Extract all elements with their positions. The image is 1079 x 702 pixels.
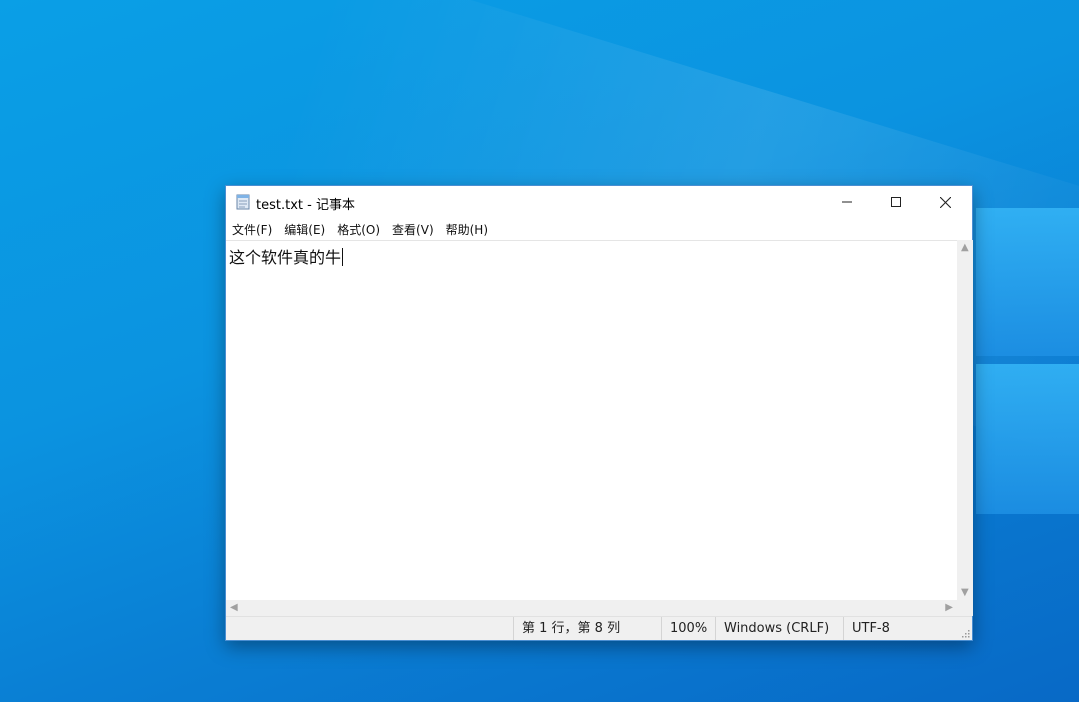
menu-edit[interactable]: 编辑(E) (278, 221, 331, 238)
scroll-up-icon[interactable]: ▲ (961, 242, 969, 253)
editor-content[interactable]: 这个软件真的牛 (229, 244, 344, 268)
scrollbar-corner (957, 600, 973, 616)
menu-format[interactable]: 格式(O) (331, 221, 386, 238)
menu-file[interactable]: 文件(F) (226, 221, 278, 238)
vertical-scrollbar[interactable]: ▲ ▼ (957, 240, 973, 600)
resize-grip-icon[interactable] (960, 628, 970, 638)
close-icon (939, 196, 951, 208)
maximize-button[interactable] (873, 186, 919, 218)
status-encoding: UTF-8 (843, 617, 912, 640)
status-bar: 第 1 行，第 8 列 100% Windows (CRLF) UTF-8 (226, 616, 972, 640)
editor-text: 这个软件真的牛 (229, 248, 342, 267)
windows-logo-pane (976, 364, 1079, 514)
text-caret (342, 248, 344, 266)
horizontal-scrollbar[interactable]: ◀ ▶ (226, 600, 957, 616)
window-title: test.txt - 记事本 (256, 198, 355, 213)
minimize-icon (842, 201, 852, 203)
maximize-icon (891, 197, 901, 207)
title-bar[interactable]: test.txt - 记事本 (226, 186, 972, 218)
notepad-window: test.txt - 记事本 文件(F) 编辑(E) 格式(O) 查看(V) 帮… (225, 185, 973, 641)
scroll-left-icon[interactable]: ◀ (230, 602, 238, 613)
status-line-ending: Windows (CRLF) (715, 617, 844, 640)
close-button[interactable] (922, 186, 968, 218)
menu-bar: 文件(F) 编辑(E) 格式(O) 查看(V) 帮助(H) (226, 218, 972, 240)
scroll-right-icon[interactable]: ▶ (945, 602, 953, 613)
minimize-button[interactable] (824, 186, 870, 218)
windows-logo-pane (976, 208, 1079, 356)
status-cursor-position: 第 1 行，第 8 列 (513, 617, 662, 640)
scroll-down-icon[interactable]: ▼ (961, 587, 969, 598)
menu-view[interactable]: 查看(V) (386, 221, 440, 238)
text-editor[interactable]: 这个软件真的牛 (226, 240, 957, 600)
menu-help[interactable]: 帮助(H) (440, 221, 494, 238)
notepad-icon (236, 194, 250, 210)
status-zoom: 100% (661, 617, 716, 640)
